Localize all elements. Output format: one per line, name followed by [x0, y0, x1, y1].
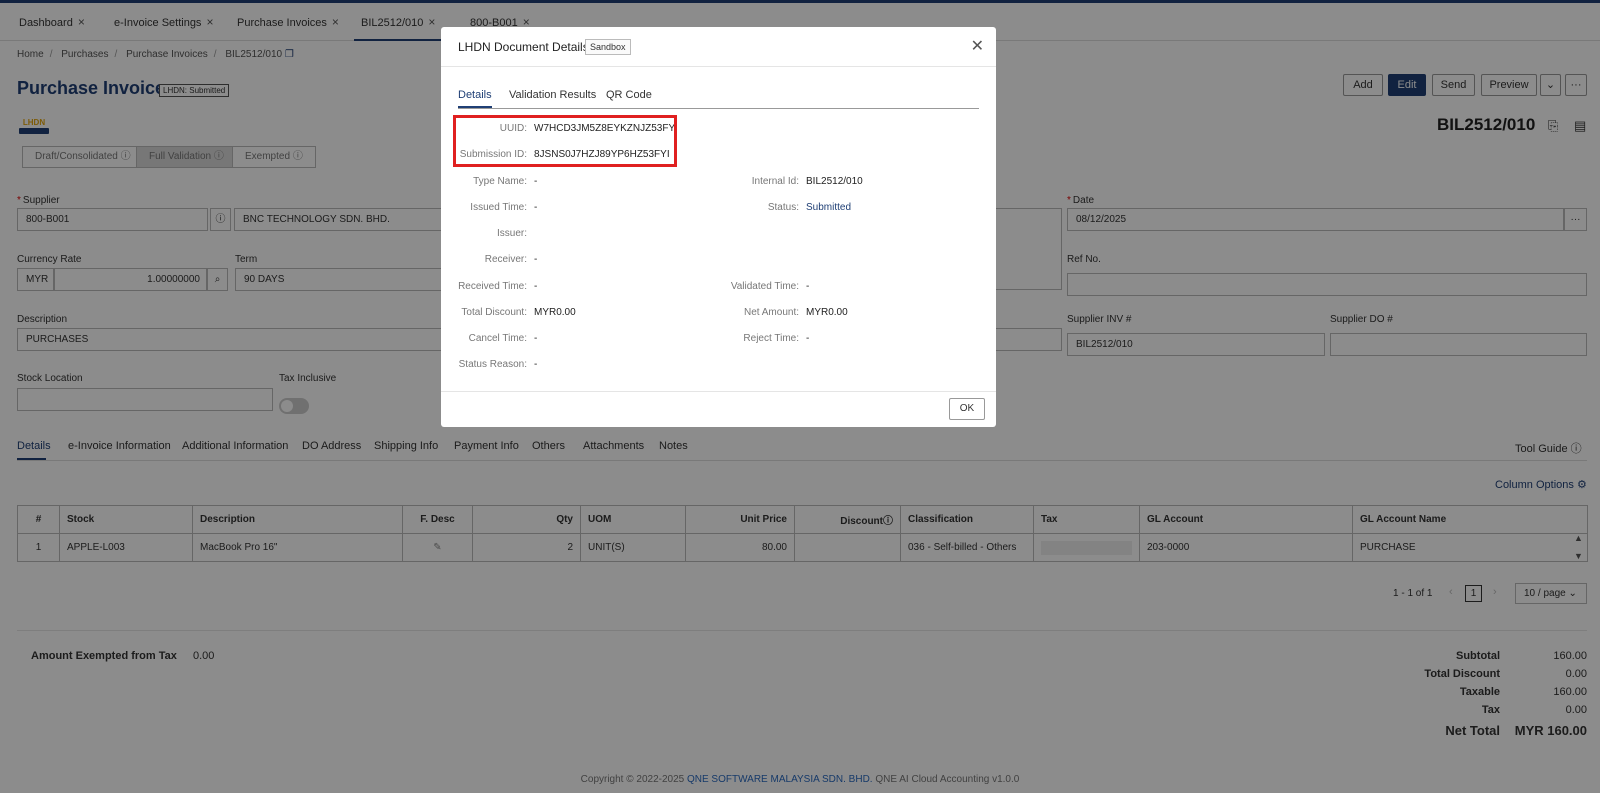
cancel-time-label: Cancel Time: — [468, 333, 527, 344]
modal-tab-validation-results[interactable]: Validation Results — [509, 89, 596, 101]
reject-time-label: Reject Time: — [743, 333, 799, 344]
issuer-label: Issuer: — [496, 228, 527, 239]
reject-time-value: - — [806, 333, 810, 344]
sandbox-badge: Sandbox — [585, 39, 631, 55]
total-discount-label: Total Discount: — [461, 307, 527, 318]
net-amount-value: MYR0.00 — [806, 307, 848, 318]
receiver-label: Receiver: — [484, 254, 527, 265]
modal-tab-divider — [458, 108, 979, 109]
type-name-label: Type Name: — [473, 176, 527, 187]
lhdn-document-details-modal: LHDN Document Details Sandbox ✕ Details … — [441, 27, 996, 427]
status-value: Submitted — [806, 202, 852, 213]
status-reason-label: Status Reason: — [458, 359, 527, 370]
modal-header-divider — [441, 66, 996, 67]
internal-id-value: BIL2512/010 — [806, 176, 863, 187]
status-reason-value: - — [534, 359, 538, 370]
issued-time-label: Issued Time: — [470, 202, 527, 213]
total-discount-value: MYR0.00 — [534, 307, 576, 318]
status-label: Status: — [767, 202, 799, 213]
received-time-label: Received Time: — [458, 281, 527, 292]
close-icon[interactable]: ✕ — [971, 36, 984, 56]
modal-footer-divider — [441, 391, 996, 392]
cancel-time-value: - — [534, 333, 538, 344]
validated-time-value: - — [806, 281, 810, 292]
modal-tab-qr-code[interactable]: QR Code — [606, 89, 652, 101]
ok-button[interactable]: OK — [949, 398, 985, 420]
type-name-value: - — [534, 176, 538, 187]
highlight-box — [453, 115, 677, 167]
issued-time-value: - — [534, 202, 538, 213]
modal-tab-details[interactable]: Details — [458, 89, 492, 108]
receiver-value: - — [534, 254, 538, 265]
net-amount-label: Net Amount: — [743, 307, 799, 318]
validated-time-label: Validated Time: — [730, 281, 799, 292]
received-time-value: - — [534, 281, 538, 292]
internal-id-label: Internal Id: — [751, 176, 799, 187]
modal-title: LHDN Document Details — [458, 40, 589, 54]
